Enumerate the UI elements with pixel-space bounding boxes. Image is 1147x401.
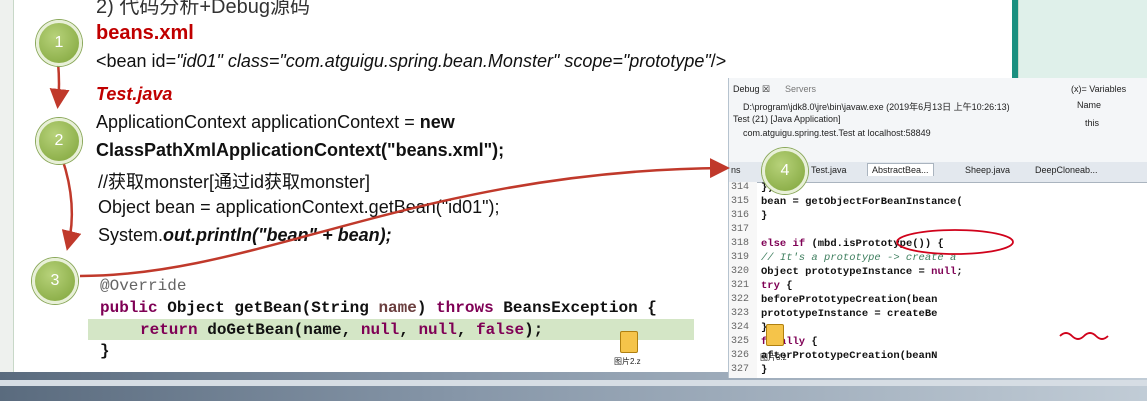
arrow-2-to-3 [60,157,82,251]
annotation-overlay [49,61,1109,340]
createbean-underline [1059,332,1109,340]
step-badge-3: 3 [32,258,78,304]
arrow-1-to-2 [49,61,70,109]
arrow-3-to-4 [79,158,730,278]
step-badge-1: 1 [36,20,82,66]
slide-frame: 2) 代码分析+Debug源码 beans.xml <bean id="id01… [0,0,1147,401]
step-badge-2: 2 [36,118,82,164]
step-badge-4: 4 [762,148,808,194]
isprototype-circle [896,229,1014,255]
